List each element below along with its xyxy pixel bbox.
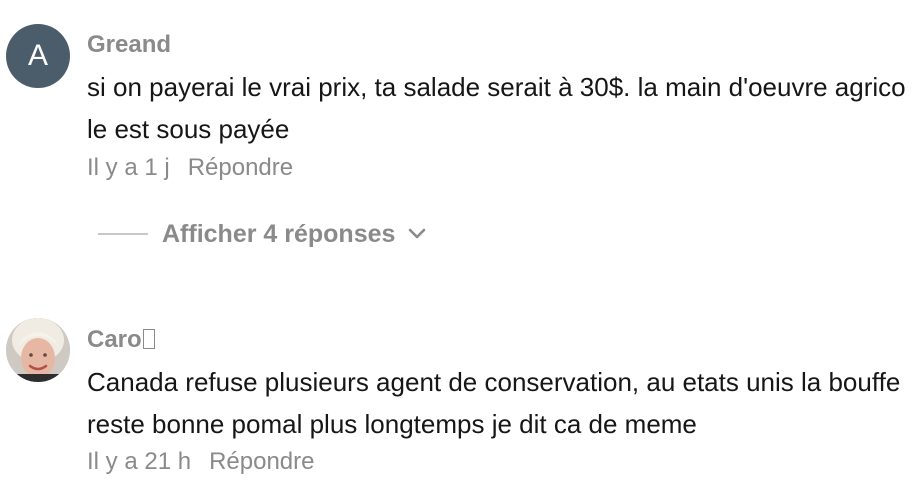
avatar[interactable]: A	[6, 24, 70, 88]
comment-item: A Greand si on payerai le vrai prix, ta …	[0, 0, 916, 270]
username[interactable]: Caro	[87, 326, 155, 354]
view-replies-label: Afficher 4 réponses	[162, 219, 396, 248]
chevron-down-icon	[409, 228, 426, 239]
view-replies-button[interactable]: Afficher 4 réponses	[98, 214, 427, 254]
avatar-initial: A	[27, 39, 48, 72]
reply-button[interactable]: Répondre	[188, 154, 293, 181]
comment-meta: Il y a 21 h Répondre	[87, 448, 314, 476]
avatar[interactable]	[6, 318, 70, 382]
comment-item: Caro Canada refuse plusieurs agent de co…	[0, 300, 916, 490]
comment-timestamp: Il y a 21 h	[87, 448, 192, 475]
comment-meta: Il y a 1 j Répondre	[87, 154, 293, 182]
comment-text: si on payerai le vrai prix, ta salade se…	[87, 72, 906, 144]
avatar-photo-icon	[6, 318, 70, 382]
comment-timestamp: Il y a 1 j	[87, 154, 170, 181]
missing-glyph-icon	[142, 329, 155, 349]
username-text: Caro	[87, 326, 142, 353]
divider-line	[98, 233, 148, 235]
username[interactable]: Greand	[87, 31, 171, 59]
reply-button[interactable]: Répondre	[209, 448, 314, 475]
comment-text: Canada refuse plusieurs agent de conserv…	[87, 367, 901, 439]
